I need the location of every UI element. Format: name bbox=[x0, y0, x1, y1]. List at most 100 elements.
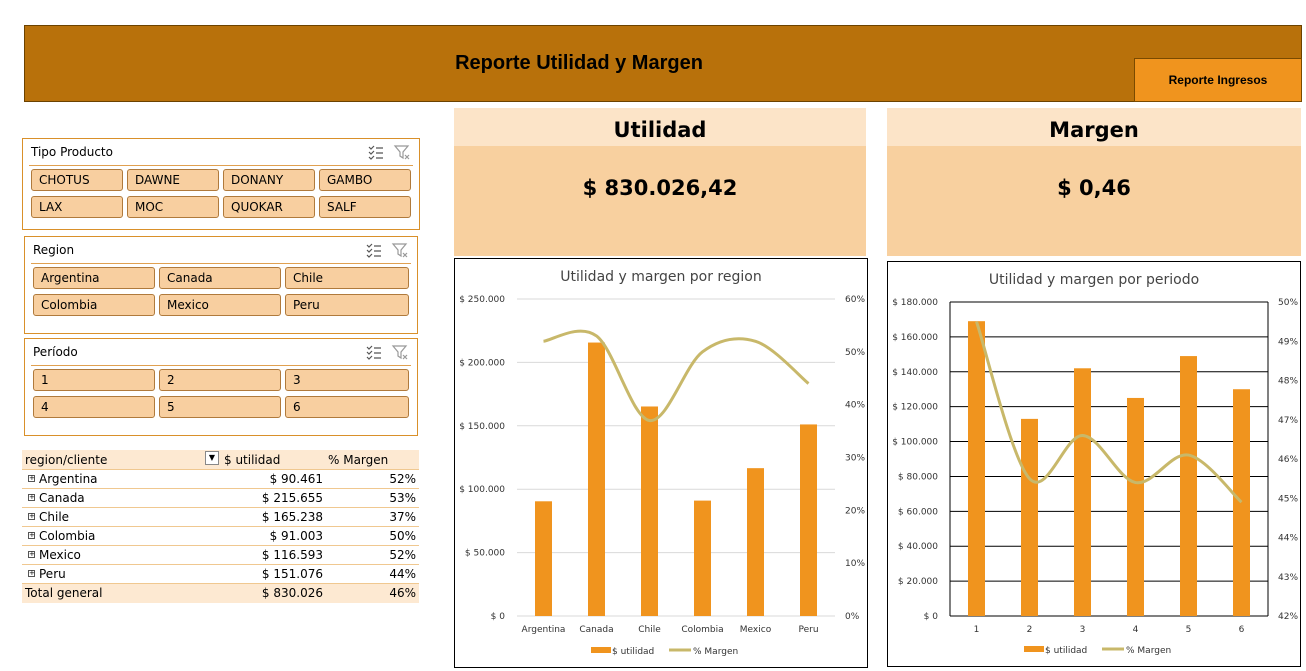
y-tick-label: $ 80.000 bbox=[898, 472, 938, 482]
slicer-periodo: Período 1 2 3 4 5 6 bbox=[24, 338, 418, 436]
table-row[interactable]: + Peru $ 151.076 44% bbox=[22, 565, 419, 584]
y-tick-label: $ 140.000 bbox=[892, 368, 938, 378]
clear-filter-icon[interactable] bbox=[391, 343, 409, 361]
bar bbox=[968, 321, 985, 616]
x-tick-label: Canada bbox=[579, 625, 613, 635]
x-tick-label: 2 bbox=[1027, 625, 1033, 635]
bar bbox=[694, 500, 711, 616]
clear-filter-icon[interactable] bbox=[391, 241, 409, 259]
bar bbox=[641, 406, 658, 616]
slicer-item-quokar[interactable]: QUOKAR bbox=[223, 196, 315, 218]
y-tick-label: $ 160.000 bbox=[892, 333, 938, 343]
x-tick-label: 1 bbox=[974, 625, 980, 635]
bar bbox=[1021, 418, 1038, 616]
x-tick-label: Argentina bbox=[522, 625, 566, 635]
slicer-title: Tipo Producto bbox=[31, 145, 113, 159]
slicer-item-dawne[interactable]: DAWNE bbox=[127, 169, 219, 191]
slicer-item-donany[interactable]: DONANY bbox=[223, 169, 315, 191]
y-tick-label: $ 100.000 bbox=[459, 485, 505, 495]
pivot-header-margen: % Margen bbox=[328, 453, 389, 467]
chart-periodo-box: Utilidad y margen por periodo $ 0 $ 20.000… bbox=[887, 261, 1301, 667]
x-tick-label: Peru bbox=[798, 625, 818, 635]
expand-icon[interactable]: + bbox=[28, 532, 35, 539]
slicer-item-chile[interactable]: Chile bbox=[285, 267, 409, 289]
slicer-item-canada[interactable]: Canada bbox=[159, 267, 281, 289]
filter-dropdown-icon[interactable]: ▼ bbox=[205, 451, 219, 465]
chart-region: Utilidad y margen por region $ 0 $ 50.000 $… bbox=[459, 269, 865, 657]
slicer-item-periodo-4[interactable]: 4 bbox=[33, 396, 155, 418]
slicer-title: Region bbox=[33, 243, 75, 257]
legend-swatch-utilidad bbox=[1024, 646, 1044, 652]
table-row[interactable]: + Chile $ 165.238 37% bbox=[22, 508, 419, 527]
chart-title: Utilidad y margen por region bbox=[560, 269, 761, 285]
expand-icon[interactable]: + bbox=[28, 513, 35, 520]
y2-tick-label: 49% bbox=[1278, 337, 1298, 347]
bar bbox=[535, 501, 552, 616]
slicer-item-periodo-5[interactable]: 5 bbox=[159, 396, 281, 418]
slicer-item-periodo-2[interactable]: 2 bbox=[159, 369, 281, 391]
slicer-item-salf[interactable]: SALF bbox=[319, 196, 411, 218]
y2-tick-label: 10% bbox=[845, 559, 865, 569]
y-tick-label: $ 50.000 bbox=[465, 549, 505, 559]
slicer-item-mexico[interactable]: Mexico bbox=[159, 294, 281, 316]
bar bbox=[747, 468, 764, 616]
table-row[interactable]: + Colombia $ 91.003 50% bbox=[22, 527, 419, 546]
clear-filter-icon[interactable] bbox=[393, 143, 411, 161]
slicer-item-moc[interactable]: MOC bbox=[127, 196, 219, 218]
y2-tick-label: 50% bbox=[1278, 298, 1298, 308]
chart-title: Utilidad y margen por periodo bbox=[989, 272, 1199, 288]
y2-tick-label: 50% bbox=[845, 348, 865, 358]
multi-select-icon[interactable] bbox=[365, 343, 383, 361]
expand-icon[interactable]: + bbox=[28, 551, 35, 558]
y2-tick-label: 43% bbox=[1278, 573, 1298, 583]
slicer-item-argentina[interactable]: Argentina bbox=[33, 267, 155, 289]
pivot-header-row: region/cliente ▼ $ utilidad % Margen bbox=[22, 450, 419, 470]
x-tick-label: Colombia bbox=[681, 625, 723, 635]
legend-swatch-utilidad bbox=[591, 647, 611, 653]
chart-region-box: Utilidad y margen por region $ 0 $ 50.000 $… bbox=[454, 258, 868, 668]
multi-select-icon[interactable] bbox=[365, 241, 383, 259]
slicer-item-periodo-6[interactable]: 6 bbox=[285, 396, 409, 418]
table-row[interactable]: + Canada $ 215.655 53% bbox=[22, 489, 419, 508]
y-tick-label: $ 150.000 bbox=[459, 422, 505, 432]
legend-label-utilidad: $ utilidad bbox=[612, 647, 654, 657]
margin-line bbox=[975, 321, 1243, 504]
y-tick-label: $ 120.000 bbox=[892, 403, 938, 413]
slicer-title: Período bbox=[33, 345, 78, 359]
y2-tick-label: 20% bbox=[845, 506, 865, 516]
multi-select-icon[interactable] bbox=[367, 143, 385, 161]
y-tick-label: $ 60.000 bbox=[898, 507, 938, 517]
bar bbox=[1233, 389, 1250, 616]
table-row[interactable]: + Argentina $ 90.461 52% bbox=[22, 470, 419, 489]
slicer-item-periodo-3[interactable]: 3 bbox=[285, 369, 409, 391]
slicer-item-peru[interactable]: Peru bbox=[285, 294, 409, 316]
y2-tick-label: 0% bbox=[845, 612, 860, 622]
y2-tick-label: 40% bbox=[845, 401, 865, 411]
y-tick-label: $ 200.000 bbox=[459, 358, 505, 368]
x-tick-label: Chile bbox=[638, 625, 661, 635]
table-row[interactable]: + Mexico $ 116.593 52% bbox=[22, 546, 419, 565]
expand-icon[interactable]: + bbox=[28, 570, 35, 577]
pivot-header-region: region/cliente bbox=[25, 453, 108, 467]
y2-tick-label: 60% bbox=[845, 295, 865, 305]
y-tick-label: $ 40.000 bbox=[898, 542, 938, 552]
reporte-ingresos-button[interactable]: Reporte Ingresos bbox=[1134, 58, 1302, 102]
x-tick-label: 4 bbox=[1133, 625, 1139, 635]
y2-tick-label: 42% bbox=[1278, 612, 1298, 622]
slicer-item-chotus[interactable]: CHOTUS bbox=[31, 169, 123, 191]
y-tick-label: $ 180.000 bbox=[892, 298, 938, 308]
x-tick-label: 5 bbox=[1186, 625, 1192, 635]
kpi-margen-value: $ 0,46 bbox=[887, 146, 1301, 256]
pivot-header-utilidad: $ utilidad bbox=[224, 453, 281, 467]
kpi-utilidad-value: $ 830.026,42 bbox=[454, 146, 866, 256]
slicer-item-lax[interactable]: LAX bbox=[31, 196, 123, 218]
y2-tick-label: 47% bbox=[1278, 416, 1298, 426]
y-tick-label: $ 20.000 bbox=[898, 577, 938, 587]
slicer-item-gambo[interactable]: GAMBO bbox=[319, 169, 411, 191]
bar bbox=[1074, 368, 1091, 616]
slicer-item-colombia[interactable]: Colombia bbox=[33, 294, 155, 316]
expand-icon[interactable]: + bbox=[28, 475, 35, 482]
slicer-item-periodo-1[interactable]: 1 bbox=[33, 369, 155, 391]
chart-periodo: Utilidad y margen por periodo $ 0 $ 20.000… bbox=[892, 272, 1298, 656]
expand-icon[interactable]: + bbox=[28, 494, 35, 501]
